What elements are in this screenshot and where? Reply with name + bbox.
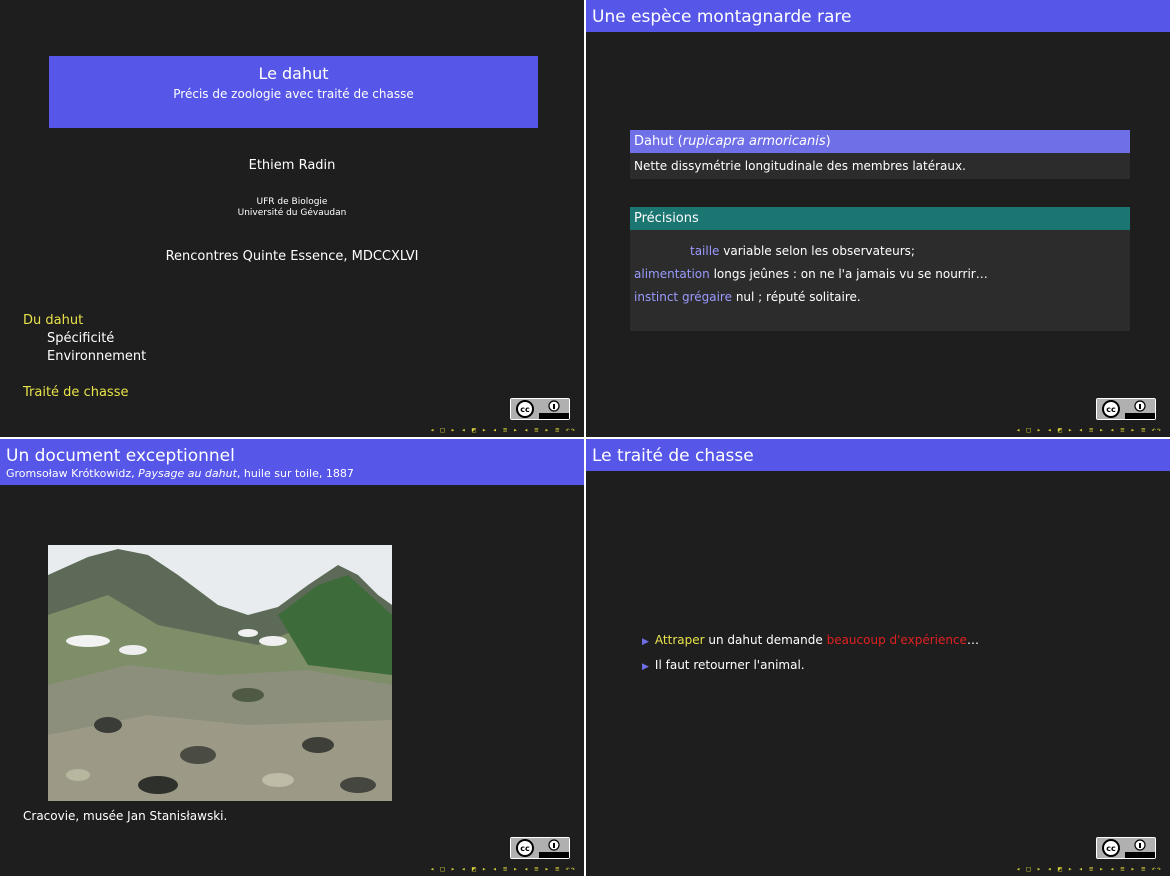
toc-subsection[interactable]: Spécificité [23,330,146,348]
cc-by-license-badge: cc [1096,837,1156,859]
slide-hunting: Le traité de chasse ▶ Attraper un dahut d… [586,439,1170,876]
definition-item: alimentation longs jeûnes : on ne l'a ja… [634,263,1126,286]
alert-text: beaucoup d'expérience [826,633,967,647]
frame-title: Un document exceptionnel [6,446,235,466]
block-body: Nette dissymétrie longitudinale des memb… [630,153,1130,179]
painting-details: , huile sur toile, 1887 [236,467,354,480]
svg-text:cc: cc [1106,405,1116,414]
painter-name: Gromsoław Krótkowidz, [6,467,139,480]
frame-title-bar: Le traité de chasse [586,439,1170,471]
image-caption: Cracovie, musée Jan Stanisławski. [23,809,228,823]
beamer-navigation-bar[interactable]: ◂ □ ▸ ◂ ◩ ▸ ◂ ≡ ▸ ◂ ≡ ▸ ≡ ↶↷ [430,865,576,873]
term: instinct grégaire [634,290,732,304]
table-of-contents: Du dahut Spécificité Environnement Trait… [23,312,146,402]
cc-by-license-badge: cc [510,837,570,859]
cc-by-license-badge: cc [510,398,570,420]
species-latin-name: rupicapra armoricanis [682,134,826,149]
definition-item: taille variable selon les observateurs; [634,240,1126,263]
frame-title: Le traité de chasse [592,446,754,466]
triangle-bullet-icon: ▶ [642,662,649,672]
presentation-subtitle: Précis de zoologie avec traité de chasse [173,87,414,101]
beamer-navigation-bar[interactable]: ◂ □ ▸ ◂ ◩ ▸ ◂ ≡ ▸ ◂ ≡ ▸ ≡ ↶↷ [430,426,576,434]
bullet-list: ▶ Attraper un dahut demande beaucoup d'ex… [642,629,979,679]
bullet-item: ▶ Il faut retourner l'animal. [642,654,979,679]
block-title: Précisions [630,207,1130,230]
slide-title: Le dahut Précis de zoologie avec traité … [0,0,584,437]
description: variable selon les observateurs; [723,244,915,258]
frame-title-bar: Un document exceptionnel Gromsoław Krótk… [0,439,584,485]
slide-rare-species: Une espèce montagnarde rare Dahut (rupic… [586,0,1170,437]
institute-line: UFR de Biologie [256,197,328,207]
institute: UFR de Biologie Université du Gévaudan [0,197,584,219]
slide-document: Un document exceptionnel Gromsoław Krótk… [0,439,584,876]
bullet-text: … [966,633,979,647]
triangle-bullet-icon: ▶ [642,637,649,647]
institute-line: Université du Gévaudan [237,208,347,218]
definition-item: instinct grégaire nul ; réputé solitaire… [634,286,1126,309]
highlighted-text: Attraper [654,633,705,647]
toc-subsection[interactable]: Environnement [23,348,146,366]
date: Rencontres Quinte Essence, MDCCXLVI [165,249,419,264]
description: nul ; réputé solitaire. [735,290,861,304]
term: taille [690,244,720,258]
term: alimentation [634,267,710,281]
bullet-text: Il faut retourner l'animal. [654,658,805,672]
painting-title: Paysage au dahut [138,467,237,480]
definition-block: Dahut (rupicapra armoricanis) Nette diss… [630,130,1130,179]
frame-title-bar: Une espèce montagnarde rare [586,0,1170,32]
svg-text:cc: cc [520,844,530,853]
presentation-title: Le dahut [258,64,329,83]
block-title-text: Dahut ( [634,134,683,149]
svg-text:cc: cc [1106,844,1116,853]
bullet-item: ▶ Attraper un dahut demande beaucoup d'ex… [642,629,979,654]
author: Ethiem Radin [248,158,336,173]
bullet-text: un dahut demande [704,633,827,647]
svg-text:cc: cc [520,405,530,414]
mountain-painting-image [48,545,392,801]
frame-subtitle: Gromsoław Krótkowidz, Paysage au dahut, … [6,467,578,485]
details-block: Précisions taille variable selon les obs… [630,207,1130,331]
toc-section[interactable]: Traité de chasse [23,384,146,402]
beamer-navigation-bar[interactable]: ◂ □ ▸ ◂ ◩ ▸ ◂ ≡ ▸ ◂ ≡ ▸ ≡ ↶↷ [1016,865,1162,873]
description: longs jeûnes : on ne l'a jamais vu se no… [713,267,988,281]
block-title: Dahut (rupicapra armoricanis) [630,130,1130,153]
cc-by-license-badge: cc [1096,398,1156,420]
frame-title: Une espèce montagnarde rare [592,7,852,27]
toc-section[interactable]: Du dahut [23,312,146,330]
definition-list: taille variable selon les observateurs; … [630,230,1130,331]
title-box: Le dahut Précis de zoologie avec traité … [49,56,538,128]
beamer-navigation-bar[interactable]: ◂ □ ▸ ◂ ◩ ▸ ◂ ≡ ▸ ◂ ≡ ▸ ≡ ↶↷ [1016,426,1162,434]
block-title-text: ) [825,134,831,149]
